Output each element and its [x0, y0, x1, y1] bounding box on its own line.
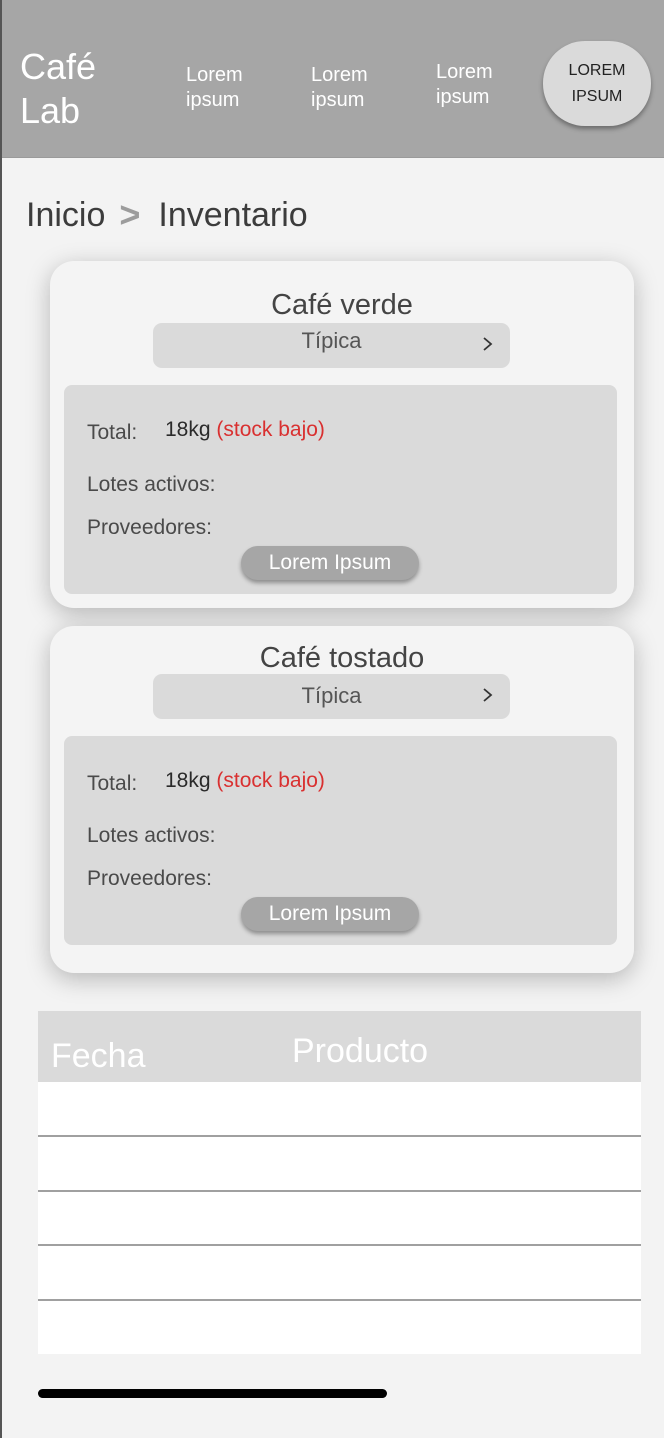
table-header: Fecha Producto: [38, 1011, 641, 1082]
lotes-activos-label: Lotes activos:: [87, 473, 216, 496]
row-divider: [38, 1135, 641, 1137]
stock-warning: (stock bajo): [216, 418, 325, 441]
total-value-line: 18kg (stock bajo): [165, 418, 325, 442]
row-divider: [38, 1190, 641, 1192]
header-cta-button[interactable]: LOREM IPSUM: [543, 41, 651, 126]
card-title: Café tostado: [259, 642, 425, 674]
variety-label: Típica: [301, 328, 362, 353]
chevron-right-icon: [483, 688, 493, 702]
header-cta-label: LOREM IPSUM: [568, 61, 626, 105]
breadcrumb-home[interactable]: Inicio: [26, 196, 105, 235]
variety-label: Típica: [301, 683, 362, 708]
total-value: 18kg: [165, 418, 211, 441]
column-header-fecha: Fecha: [51, 1037, 146, 1075]
total-label: Total:: [87, 772, 138, 795]
nav-link-2[interactable]: Lorem ipsum: [311, 63, 401, 113]
proveedores-label: Proveedores:: [87, 867, 212, 890]
card-action-button[interactable]: Lorem Ipsum: [241, 897, 419, 931]
logo-line-2: Lab: [20, 90, 81, 131]
card-title: Café verde: [271, 289, 413, 321]
column-header-producto: Producto: [292, 1032, 429, 1070]
nav-link-1[interactable]: Lorem ipsum: [186, 63, 276, 113]
row-divider: [38, 1244, 641, 1246]
breadcrumb-current: Inventario: [158, 195, 308, 234]
app-logo[interactable]: Café Lab: [20, 45, 140, 133]
chevron-right-icon: [483, 337, 493, 351]
proveedores-label: Proveedores:: [87, 516, 212, 539]
total-value: 18kg: [165, 769, 211, 792]
total-value-line: 18kg (stock bajo): [165, 769, 325, 793]
top-nav-bar: Café Lab Lorem ipsum Lorem ipsum Lorem i…: [2, 0, 664, 158]
stock-panel: Total: 18kg (stock bajo) Lotes activos: …: [64, 385, 617, 594]
logo-line-1: Café: [20, 46, 97, 87]
inventory-card-roasted: Café tostado Típica Total: 18kg (stock b…: [50, 626, 634, 973]
inventory-card-green: Café verde Típica Total: 18kg (stock baj…: [50, 261, 634, 608]
home-indicator: [38, 1389, 387, 1398]
breadcrumb: Inicio > Inventario: [26, 190, 308, 240]
stock-panel: Total: 18kg (stock bajo) Lotes activos: …: [64, 736, 617, 945]
row-divider: [38, 1299, 641, 1301]
movements-table: Fecha Producto: [38, 1011, 641, 1354]
nav-link-3[interactable]: Lorem ipsum: [436, 60, 526, 110]
lotes-activos-label: Lotes activos:: [87, 824, 216, 847]
variety-selector[interactable]: Típica: [153, 323, 510, 368]
variety-selector[interactable]: Típica: [153, 674, 510, 719]
window-edge: [0, 0, 2, 1438]
total-label: Total:: [87, 421, 138, 444]
breadcrumb-separator: >: [119, 194, 141, 235]
card-action-button[interactable]: Lorem Ipsum: [241, 546, 419, 580]
stock-warning: (stock bajo): [216, 769, 325, 792]
